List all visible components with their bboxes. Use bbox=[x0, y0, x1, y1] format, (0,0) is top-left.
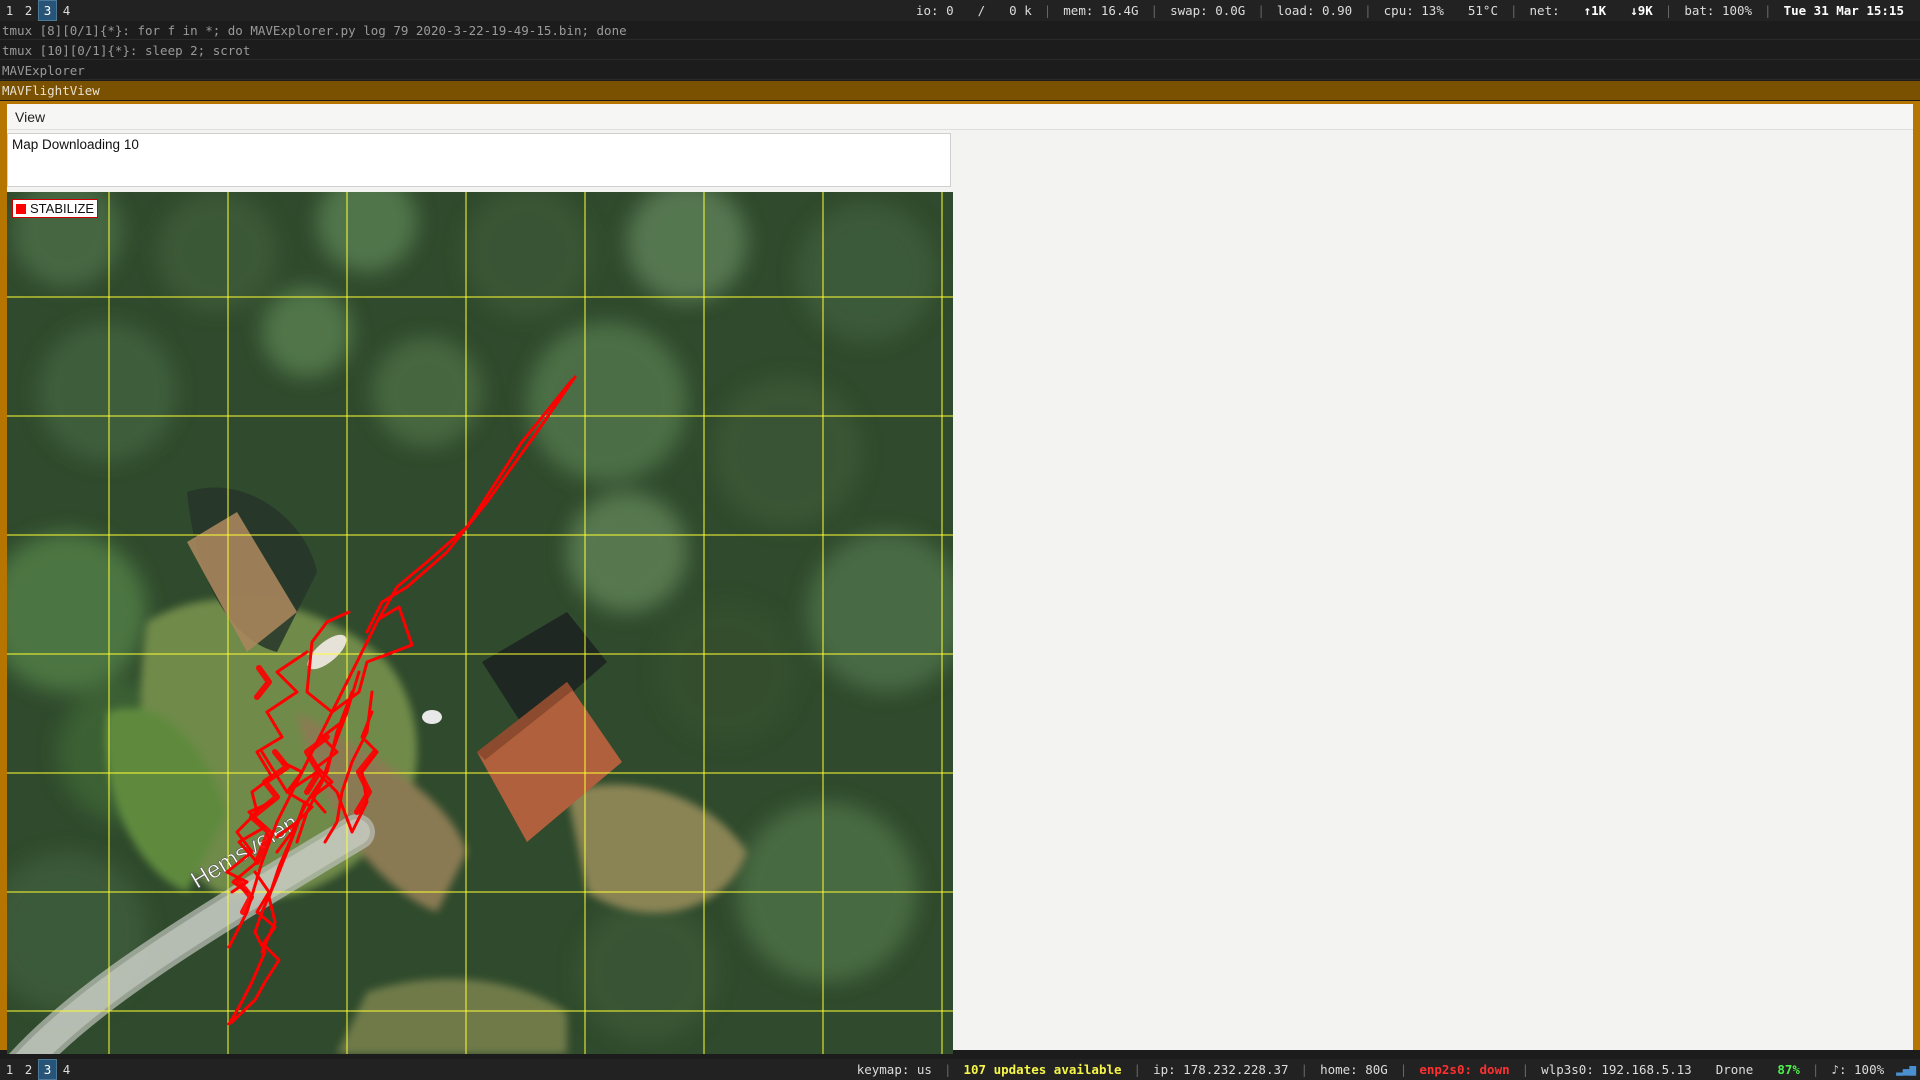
flight-map[interactable]: Hemsveien STABILIZE bbox=[7, 192, 953, 1054]
bottom-workspace-3-button[interactable]: 3 bbox=[38, 1059, 57, 1080]
mem-status: mem: 16.4G bbox=[1063, 3, 1139, 18]
workspace-3-button[interactable]: 3 bbox=[38, 0, 57, 21]
tmux-window-title-1[interactable]: tmux [8][0/1]{*}: for f in *; do MAVExpl… bbox=[0, 21, 1920, 40]
tmux-window-title-2[interactable]: tmux [10][0/1]{*}: sleep 2; scrot bbox=[0, 41, 1920, 60]
window-content: View Map Downloading 10 Hemsveien STABIL… bbox=[7, 104, 1913, 1054]
workspace-1-button[interactable]: 1 bbox=[0, 0, 19, 21]
clock: Tue 31 Mar 15:15 bbox=[1783, 3, 1904, 18]
volume-status: ♪: 100% bbox=[1831, 1062, 1885, 1077]
bottom-workspace-4-button[interactable]: 4 bbox=[57, 1059, 76, 1080]
view-menu[interactable]: View bbox=[7, 109, 53, 125]
io-status: io: 0 bbox=[915, 3, 954, 18]
keymap-status: keymap: us bbox=[856, 1062, 932, 1077]
workspace-switcher: 1 2 3 4 bbox=[0, 0, 76, 21]
mavexplorer-window-title[interactable]: MAVExplorer bbox=[0, 61, 1920, 80]
net-label: net: bbox=[1529, 3, 1560, 18]
temp-status: 51°C bbox=[1467, 3, 1498, 18]
bottom-workspace-2-button[interactable]: 2 bbox=[19, 1059, 38, 1080]
io-kb: 0 k bbox=[1009, 3, 1032, 18]
mavflightview-window: View Map Downloading 10 Hemsveien STABIL… bbox=[0, 101, 1920, 1054]
top-status-bar: 1 2 3 4 io: 0 / 0 k | mem: 16.4G | swap:… bbox=[0, 0, 1920, 21]
satellite-imagery bbox=[7, 192, 953, 1054]
flight-mode-label: STABILIZE bbox=[30, 201, 95, 216]
bottom-workspace-switcher: 1 2 3 4 bbox=[0, 1059, 76, 1080]
flight-mode-badge: STABILIZE bbox=[12, 199, 99, 218]
io-separator: / bbox=[977, 3, 986, 18]
updates-status: 107 updates available bbox=[963, 1062, 1122, 1077]
ip-status: ip: 178.232.228.37 bbox=[1153, 1062, 1289, 1077]
flight-mode-color-swatch bbox=[16, 203, 26, 214]
signal-bars-icon: ▂▄▆ bbox=[1896, 1063, 1916, 1076]
workspace-2-button[interactable]: 2 bbox=[19, 0, 38, 21]
wifi-status: wlp3s0: 192.168.5.13 bbox=[1541, 1062, 1692, 1077]
net-up-status: ↑1K bbox=[1583, 3, 1607, 18]
menu-bar: View bbox=[7, 104, 1913, 130]
ethernet-status: enp2s0: down bbox=[1419, 1062, 1510, 1077]
wifi-name: Drone bbox=[1715, 1062, 1754, 1077]
battery-status: bat: 100% bbox=[1684, 3, 1753, 18]
map-canvas[interactable]: Hemsveien bbox=[7, 192, 953, 1054]
bottom-system-status: keymap: us | 107 updates available | ip:… bbox=[845, 1059, 1920, 1080]
load-status: load: 0.90 bbox=[1276, 3, 1353, 18]
bottom-status-bar: 1 2 3 4 keymap: us | 107 updates availab… bbox=[0, 1059, 1920, 1080]
map-status-text: Map Downloading 10 bbox=[12, 137, 139, 152]
swap-status: swap: 0.0G bbox=[1170, 3, 1246, 18]
mavflightview-window-title[interactable]: MAVFlightView bbox=[0, 81, 1920, 100]
map-info-panel: Map Downloading 10 bbox=[7, 133, 951, 187]
net-down-status: ↓9K bbox=[1630, 3, 1653, 18]
bottom-workspace-1-button[interactable]: 1 bbox=[0, 1059, 19, 1080]
workspace-4-button[interactable]: 4 bbox=[57, 0, 76, 21]
cpu-status: cpu: 13% bbox=[1383, 3, 1444, 18]
home-disk-status: home: 80G bbox=[1320, 1062, 1388, 1077]
wifi-strength: 87% bbox=[1777, 1062, 1800, 1077]
system-status: io: 0 / 0 k | mem: 16.4G | swap: 0.0G | … bbox=[904, 0, 1920, 21]
